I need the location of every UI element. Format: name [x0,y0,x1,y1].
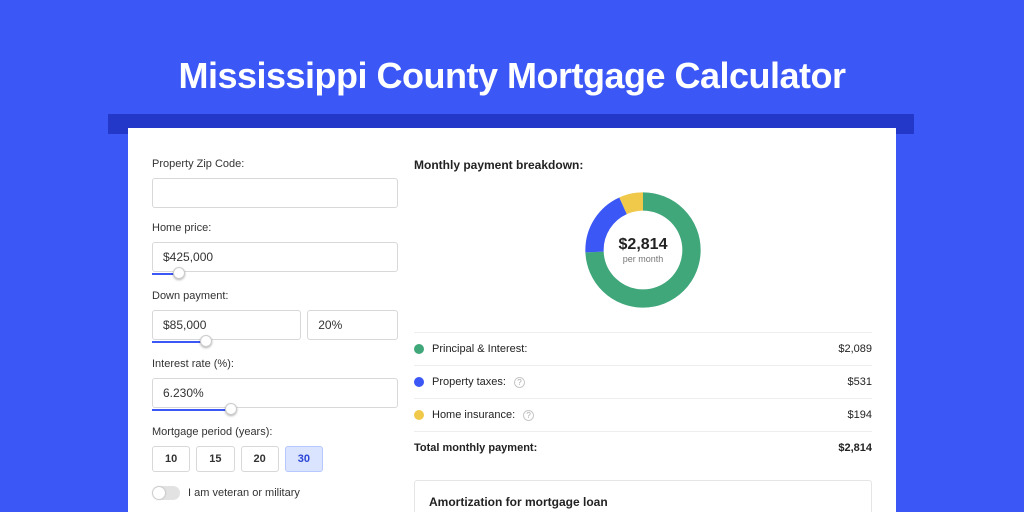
rate-block: Interest rate (%): [152,358,398,412]
price-block: Home price: [152,222,398,276]
down-block: Down payment: [152,290,398,344]
info-icon[interactable]: ? [514,377,525,388]
period-label: Mortgage period (years): [152,426,398,438]
legend: Principal & Interest: $2,089 Property taxe… [414,332,872,431]
rate-label: Interest rate (%): [152,358,398,370]
breakdown-column: Monthly payment breakdown: $2,814 per mo… [414,158,872,512]
price-input[interactable] [152,242,398,272]
info-icon[interactable]: ? [523,410,534,421]
toggle-knob [153,487,165,499]
legend-label: Principal & Interest: [432,343,527,355]
rate-input[interactable] [152,378,398,408]
zip-input[interactable] [152,178,398,208]
donut-chart: $2,814 per month [579,186,707,314]
rate-slider[interactable] [152,408,398,412]
down-slider[interactable] [152,340,398,344]
yellow-dot-icon [414,410,424,420]
legend-value: $531 [848,376,872,388]
period-20[interactable]: 20 [241,446,279,472]
legend-label: Home insurance: [432,409,515,421]
total-value: $2,814 [838,442,872,454]
legend-row: Home insurance:? $194 [414,398,872,431]
legend-row: Principal & Interest: $2,089 [414,333,872,365]
page-title: Mississippi County Mortgage Calculator [0,0,1024,97]
veteran-row: I am veteran or military [152,486,398,500]
period-15[interactable]: 15 [196,446,234,472]
amortization-card: Amortization for mortgage loan Amortizat… [414,480,872,512]
donut-amount: $2,814 [619,236,668,254]
legend-label: Property taxes: [432,376,506,388]
period-block: Mortgage period (years): 1015 2030 [152,426,398,472]
legend-value: $194 [848,409,872,421]
legend-value: $2,089 [838,343,872,355]
calculator-panel: Property Zip Code: Home price: Down paym… [128,128,896,512]
period-10[interactable]: 10 [152,446,190,472]
veteran-label: I am veteran or military [188,487,300,499]
price-label: Home price: [152,222,398,234]
amortization-title: Amortization for mortgage loan [429,495,857,509]
total-row: Total monthly payment: $2,814 [414,431,872,464]
period-30[interactable]: 30 [285,446,323,472]
price-slider[interactable] [152,272,398,276]
legend-row: Property taxes:? $531 [414,365,872,398]
green-dot-icon [414,344,424,354]
zip-label: Property Zip Code: [152,158,398,170]
form-column: Property Zip Code: Home price: Down paym… [152,158,398,512]
zip-block: Property Zip Code: [152,158,398,208]
breakdown-title: Monthly payment breakdown: [414,158,872,172]
down-pct-input[interactable] [307,310,398,340]
period-buttons: 1015 2030 [152,446,398,472]
donut-wrap: $2,814 per month [414,186,872,314]
blue-dot-icon [414,377,424,387]
donut-sub: per month [623,254,664,264]
down-amount-input[interactable] [152,310,301,340]
total-label: Total monthly payment: [414,442,537,454]
veteran-toggle[interactable] [152,486,180,500]
down-label: Down payment: [152,290,398,302]
